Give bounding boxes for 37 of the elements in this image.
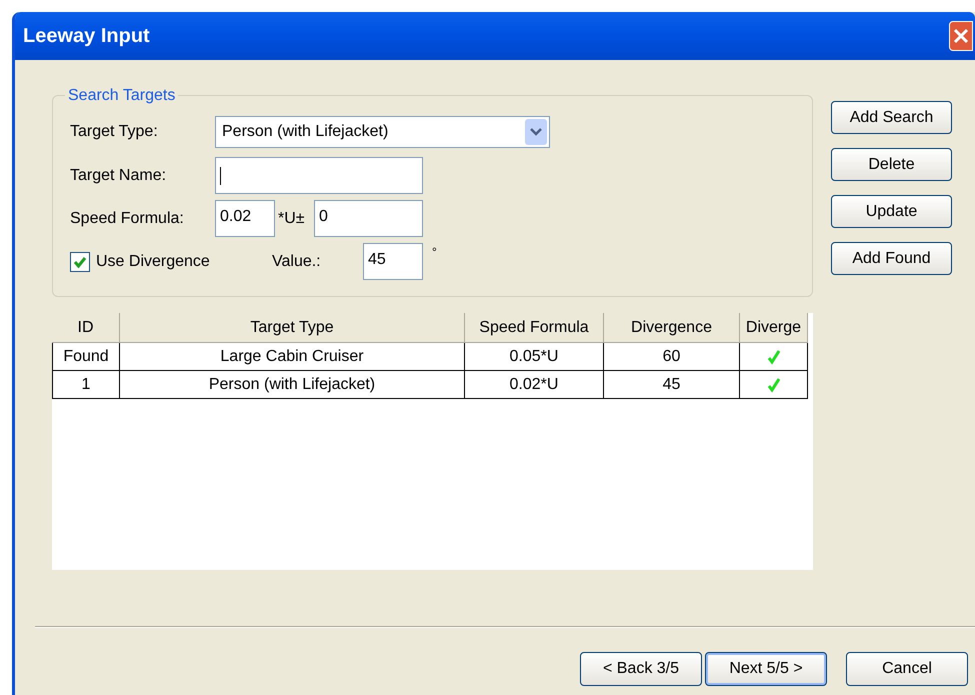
table-cell: 1 [52, 371, 120, 399]
column-header[interactable]: ID [52, 313, 120, 343]
table-cell: 0.05*U [465, 343, 604, 371]
nav-button[interactable]: < Back 3/5 [580, 652, 702, 686]
checkbox-label: Use Divergence [96, 252, 211, 272]
side-button[interactable]: Add Found [831, 242, 952, 275]
speed-offset-field[interactable]: 0 [314, 200, 423, 237]
target-type-dropdown[interactable]: Person (with Lifejacket) [215, 116, 550, 148]
side-button[interactable]: Add Search [831, 101, 952, 134]
close-button[interactable] [949, 21, 973, 51]
table-cell: Large Cabin Cruiser [120, 343, 465, 371]
field-label: Target Name: [70, 166, 168, 186]
divergence-value-field[interactable]: 45 [363, 243, 423, 280]
field-label: Value.: [272, 252, 322, 272]
side-button[interactable]: Update [831, 195, 952, 228]
side-button[interactable]: Delete [831, 148, 952, 181]
unit-label: *U± [278, 208, 306, 228]
table-cell: 45 [604, 371, 740, 399]
table-cell: Person (with Lifejacket) [120, 371, 465, 399]
column-header[interactable]: Divergence [604, 313, 740, 343]
field-label: Speed Formula: [70, 208, 185, 228]
field-label: Target Type: [70, 122, 159, 142]
close-icon [953, 28, 969, 44]
column-header[interactable]: Target Type [120, 313, 465, 343]
nav-button[interactable]: Next 5/5 > [705, 652, 827, 686]
target-name-field[interactable] [215, 157, 423, 194]
caret-icon [530, 128, 542, 136]
table-cell: 0.02*U [465, 371, 604, 399]
table-cell: 60 [604, 343, 740, 371]
column-header[interactable]: Speed Formula [465, 313, 604, 343]
nav-button[interactable]: Cancel [846, 652, 968, 686]
degree-sign: ° [432, 244, 437, 261]
column-header[interactable]: Diverge [740, 313, 808, 343]
checkbox[interactable] [70, 252, 90, 272]
window-title: Leeway Input [23, 24, 151, 49]
speed-factor-field[interactable]: 0.02 [215, 200, 275, 237]
table-cell: Found [52, 343, 120, 371]
